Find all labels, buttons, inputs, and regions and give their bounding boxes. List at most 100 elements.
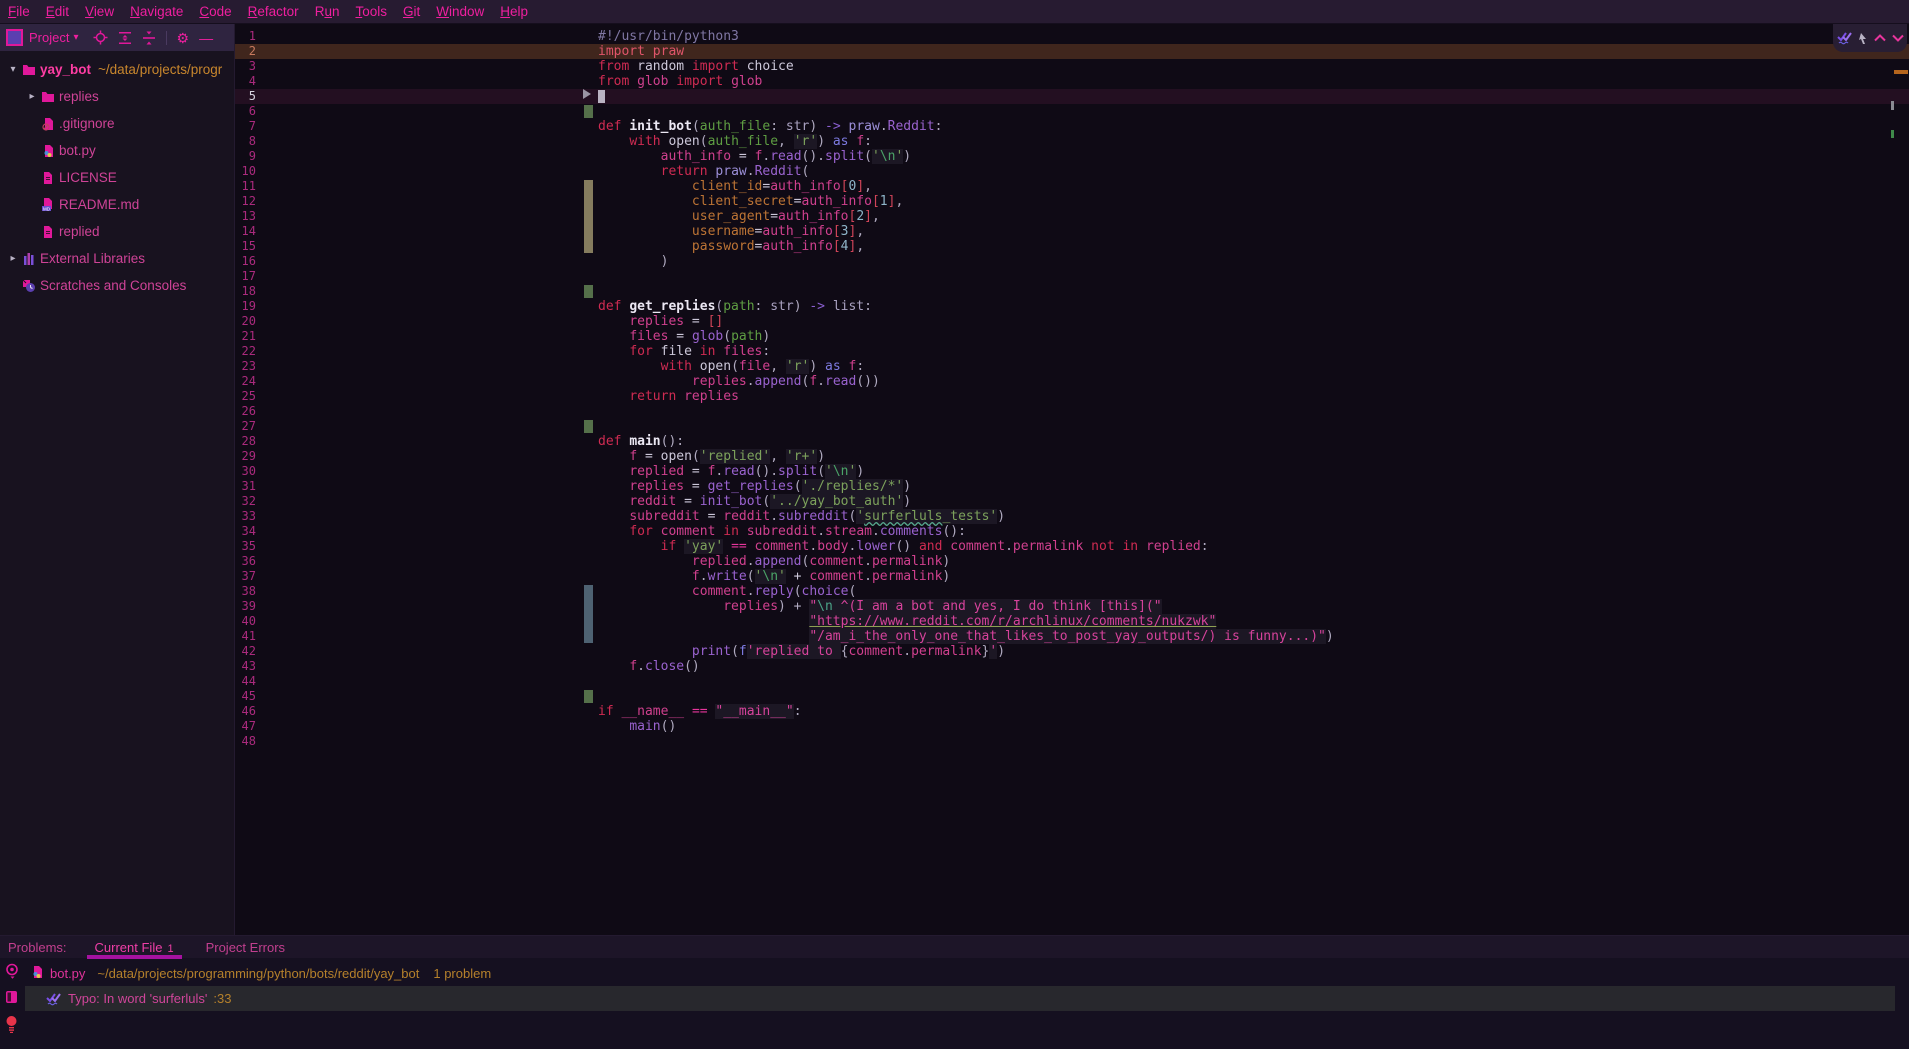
tree-item-label: LICENSE (59, 164, 117, 191)
problems-file-row[interactable]: bot.py ~/data/projects/programming/pytho… (31, 963, 491, 983)
code-line[interactable]: 21 files = glob(path) (235, 329, 1909, 344)
line-number: 48 (235, 734, 256, 749)
code-line[interactable]: 24 replies.append(f.read()) (235, 374, 1909, 389)
tree-item-replies[interactable]: ▸replies (0, 83, 234, 110)
code-line[interactable]: 45 (235, 689, 1909, 704)
menu-file[interactable]: File (0, 4, 38, 19)
code-line[interactable]: 19def get_replies(path: str) -> list: (235, 299, 1909, 314)
dock-icon[interactable] (5, 990, 18, 1004)
chevron-up-icon[interactable] (1874, 34, 1886, 42)
code-editor[interactable]: 1#!/usr/bin/python32import praw3from ran… (235, 24, 1909, 935)
menu-window[interactable]: Window (428, 4, 492, 19)
tree-item-external-libraries[interactable]: ▸External Libraries (0, 245, 234, 272)
code-line[interactable]: 5 (235, 89, 1909, 104)
menu-run[interactable]: Run (307, 4, 348, 19)
code-line[interactable]: 27 (235, 419, 1909, 434)
code-line[interactable]: 41 "/am_i_the_only_one_that_likes_to_pos… (235, 629, 1909, 644)
code-line[interactable]: 40 "https://www.reddit.com/r/archlinux/c… (235, 614, 1909, 629)
code-line[interactable]: 26 (235, 404, 1909, 419)
stripe-mark[interactable] (1891, 101, 1894, 110)
hide-icon[interactable]: — (199, 31, 213, 45)
menu-refactor[interactable]: Refactor (240, 4, 307, 19)
code-line[interactable]: 13 user_agent=auth_info[2], (235, 209, 1909, 224)
expand-all-icon[interactable] (118, 31, 132, 45)
tree-item-yay-bot[interactable]: ▾yay_bot~/data/projects/progr (0, 56, 234, 83)
code-line[interactable]: 8 with open(auth_file, 'r') as f: (235, 134, 1909, 149)
code-line[interactable]: 9 auth_info = f.read().split('\n') (235, 149, 1909, 164)
code-line[interactable]: 18 (235, 284, 1909, 299)
line-number: 47 (235, 719, 256, 734)
code-line[interactable]: 3from random import choice (235, 59, 1909, 74)
code-line[interactable]: 42 print(f'replied to {comment.permalink… (235, 644, 1909, 659)
code-line[interactable]: 17 (235, 269, 1909, 284)
code-line[interactable]: 20 replies = [] (235, 314, 1909, 329)
menu-view[interactable]: View (77, 4, 122, 19)
code-line[interactable]: 28def main(): (235, 434, 1909, 449)
stripe-mark[interactable] (1894, 70, 1908, 74)
menu-help[interactable]: Help (492, 4, 536, 19)
tree-item-replied[interactable]: replied (0, 218, 234, 245)
tree-item-scratches-and-consoles[interactable]: Scratches and Consoles (0, 272, 234, 299)
code-line[interactable]: 48 (235, 734, 1909, 749)
code-line[interactable]: 12 client_secret=auth_info[1], (235, 194, 1909, 209)
code-line[interactable]: 33 subreddit = reddit.subreddit('surferl… (235, 509, 1909, 524)
line-number: 27 (235, 419, 256, 434)
code-line[interactable]: 43 f.close() (235, 659, 1909, 674)
caret-arrow-icon[interactable] (1859, 32, 1868, 45)
code-line[interactable]: 38 comment.reply(choice( (235, 584, 1909, 599)
code-line[interactable]: 46if __name__ == "__main__": (235, 704, 1909, 719)
run-arrow-icon[interactable] (583, 89, 591, 99)
code-line[interactable]: 30 replied = f.read().split('\n') (235, 464, 1909, 479)
chevron-right-icon[interactable]: ▸ (6, 245, 20, 272)
eye-icon[interactable] (5, 963, 20, 979)
code-line[interactable]: 4from glob import glob (235, 74, 1909, 89)
code-line[interactable]: 36 replied.append(comment.permalink) (235, 554, 1909, 569)
code-line[interactable]: 14 username=auth_info[3], (235, 224, 1909, 239)
code-line[interactable]: 29 f = open('replied', 'r+') (235, 449, 1909, 464)
code-line[interactable]: 32 reddit = init_bot('../yay_bot_auth') (235, 494, 1909, 509)
code-line[interactable]: 1#!/usr/bin/python3 (235, 29, 1909, 44)
menu-navigate[interactable]: Navigate (122, 4, 191, 19)
code-line[interactable]: 7def init_bot(auth_file: str) -> praw.Re… (235, 119, 1909, 134)
tree-item-label: bot.py (59, 137, 96, 164)
typo-check-icon[interactable] (1837, 31, 1853, 45)
tab-current-file[interactable]: Current File1 (91, 938, 178, 957)
menu-git[interactable]: Git (395, 4, 428, 19)
tree-item--gitignore[interactable]: .gitignore (0, 110, 234, 137)
menu-code[interactable]: Code (191, 4, 239, 19)
code-line[interactable]: 31 replies = get_replies('./replies/*') (235, 479, 1909, 494)
code-line[interactable]: 34 for comment in subreddit.stream.comme… (235, 524, 1909, 539)
code-line[interactable]: 2import praw (235, 44, 1909, 59)
stripe-mark[interactable] (1891, 130, 1894, 138)
menu-edit[interactable]: Edit (38, 4, 77, 19)
collapse-all-icon[interactable] (142, 31, 156, 45)
problem-item-text: Typo: In word 'surferluls' (68, 991, 207, 1006)
locate-icon[interactable] (93, 30, 108, 45)
code-line[interactable]: 47 main() (235, 719, 1909, 734)
project-view-selector[interactable]: Project ▾ (29, 30, 79, 45)
code-line[interactable]: 23 with open(file, 'r') as f: (235, 359, 1909, 374)
code-line[interactable]: 11 client_id=auth_info[0], (235, 179, 1909, 194)
code-line[interactable]: 6 (235, 104, 1909, 119)
tab-project-errors[interactable]: Project Errors (202, 938, 289, 957)
code-line[interactable]: 44 (235, 674, 1909, 689)
code-line[interactable]: 10 return praw.Reddit( (235, 164, 1909, 179)
code-line[interactable]: 16 ) (235, 254, 1909, 269)
code-line[interactable]: 22 for file in files: (235, 344, 1909, 359)
chevron-right-icon[interactable]: ▸ (25, 83, 39, 110)
settings-icon[interactable]: ⚙ (177, 31, 190, 45)
menu-tools[interactable]: Tools (347, 4, 395, 19)
chevron-down-icon[interactable] (1892, 34, 1904, 42)
code-line[interactable]: 37 f.write('\n' + comment.permalink) (235, 569, 1909, 584)
project-tool-icon[interactable] (6, 29, 23, 46)
bulb-icon[interactable] (5, 1015, 18, 1033)
tree-item-readme-md[interactable]: MDREADME.md (0, 191, 234, 218)
code-line[interactable]: 39 replies) + "\n ^(I am a bot and yes, … (235, 599, 1909, 614)
tree-item-bot-py[interactable]: bot.py (0, 137, 234, 164)
code-line[interactable]: 35 if 'yay' == comment.body.lower() and … (235, 539, 1909, 554)
code-line[interactable]: 15 password=auth_info[4], (235, 239, 1909, 254)
tree-item-license[interactable]: LICENSE (0, 164, 234, 191)
chevron-down-icon[interactable]: ▾ (6, 56, 20, 83)
code-line[interactable]: 25 return replies (235, 389, 1909, 404)
problem-item-row[interactable]: Typo: In word 'surferluls' :33 (25, 986, 1895, 1011)
